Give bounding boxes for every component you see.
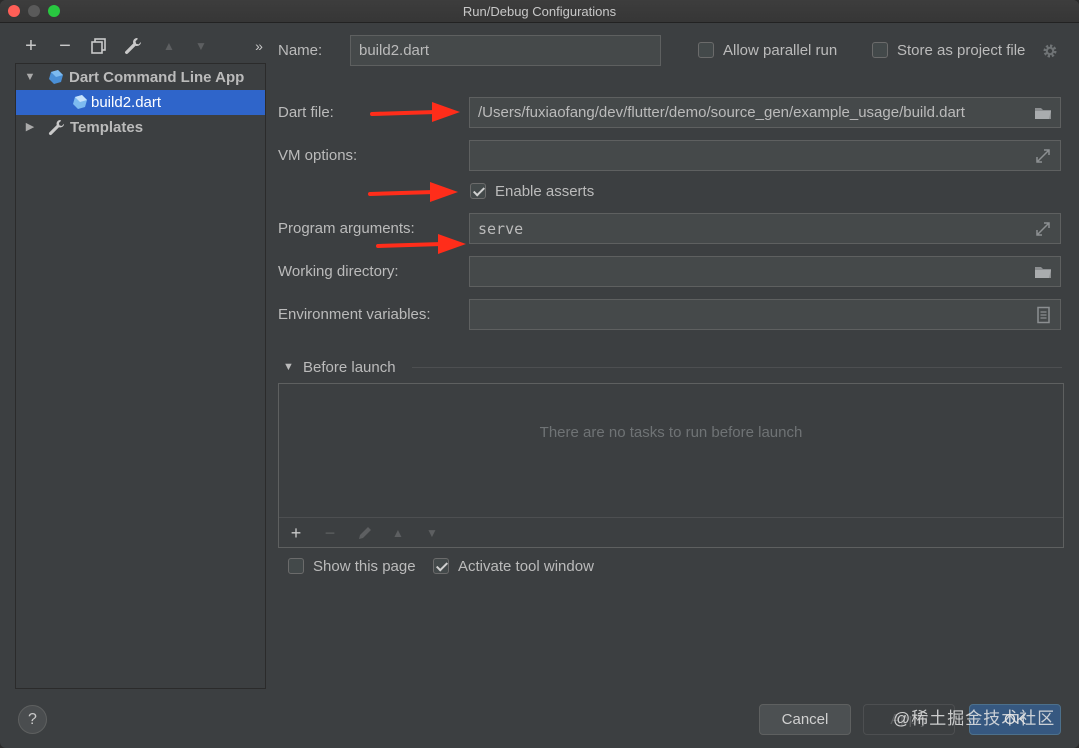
title-bar: Run/Debug Configurations: [0, 0, 1079, 23]
enable-asserts-label: Enable asserts: [495, 183, 595, 200]
dart-file-value: /Users/fuxiaofang/dev/flutter/demo/sourc…: [478, 104, 965, 121]
copy-config-button[interactable]: [88, 34, 110, 58]
run-debug-dialog: Run/Debug Configurations + − ▲ ▼ » ▼ Dar…: [0, 0, 1079, 748]
annotation-arrow-icon: [376, 234, 466, 254]
cancel-button[interactable]: Cancel: [759, 704, 851, 735]
working-dir-field[interactable]: [469, 256, 1061, 287]
dart-icon: [73, 95, 87, 109]
name-field-value: build2.dart: [359, 42, 430, 59]
add-task-button[interactable]: +: [285, 522, 307, 544]
window-title: Run/Debug Configurations: [462, 4, 617, 19]
working-dir-label: Working directory:: [278, 263, 399, 280]
folder-icon[interactable]: [1034, 263, 1052, 281]
copy-icon: [91, 38, 106, 54]
tree-item-label: build2.dart: [91, 94, 162, 111]
edit-task-button[interactable]: [354, 522, 376, 544]
document-icon[interactable]: [1034, 306, 1052, 324]
env-vars-label: Environment variables:: [278, 306, 431, 323]
folder-icon[interactable]: [1034, 104, 1052, 122]
annotation-arrow-icon: [368, 182, 458, 202]
config-toolbar: + − ▲ ▼ »: [14, 34, 266, 60]
section-divider: [412, 367, 1062, 368]
vm-options-field[interactable]: [469, 140, 1061, 171]
enable-asserts-checkbox[interactable]: [470, 183, 486, 199]
program-args-field[interactable]: serve: [469, 213, 1061, 244]
wrench-icon: [125, 38, 141, 54]
move-up-icon[interactable]: ▲: [158, 34, 180, 58]
config-tree: ▼ Dart Command Line App build2.dart ▶ Te…: [15, 63, 266, 689]
activate-tool-label: Activate tool window: [458, 558, 594, 575]
edit-templates-button[interactable]: [122, 34, 144, 58]
dart-icon: [49, 70, 63, 84]
tree-group-label: Dart Command Line App: [69, 69, 245, 86]
gear-icon[interactable]: [1042, 43, 1058, 59]
remove-task-button[interactable]: −: [319, 522, 341, 544]
store-project-checkbox[interactable]: [872, 42, 888, 58]
before-launch-title[interactable]: Before launch: [303, 359, 396, 376]
chevron-right-icon[interactable]: ▶: [24, 115, 36, 140]
vm-options-label: VM options:: [278, 147, 358, 164]
before-launch-list: There are no tasks to run before launch …: [278, 383, 1064, 548]
chevron-down-icon[interactable]: ▼: [24, 65, 36, 90]
show-page-label: Show this page: [313, 558, 416, 575]
store-project-label: Store as project file: [897, 42, 1026, 59]
program-args-value: serve: [478, 220, 524, 238]
more-actions-button[interactable]: »: [248, 34, 270, 58]
add-config-button[interactable]: +: [20, 34, 42, 58]
annotation-arrow-icon: [370, 102, 460, 122]
before-launch-toolbar: + − ▲ ▼: [279, 517, 1063, 547]
move-down-icon[interactable]: ▼: [190, 34, 212, 58]
tree-templates-label: Templates: [70, 119, 144, 136]
watermark: @稀土掘金技术社区: [893, 709, 1056, 728]
tree-group-templates[interactable]: ▶ Templates: [16, 115, 265, 140]
show-page-checkbox[interactable]: [288, 558, 304, 574]
before-launch-empty-text: There are no tasks to run before launch: [539, 424, 803, 441]
remove-config-button[interactable]: −: [54, 34, 76, 58]
help-button[interactable]: ?: [18, 705, 47, 734]
move-up-icon[interactable]: ▲: [387, 522, 409, 544]
allow-parallel-label: Allow parallel run: [723, 42, 838, 59]
expand-icon[interactable]: [1034, 147, 1052, 165]
expand-icon[interactable]: [1034, 220, 1052, 238]
name-label: Name:: [278, 42, 323, 59]
name-field[interactable]: build2.dart: [350, 35, 661, 66]
tree-group-dart-command-line-app[interactable]: ▼ Dart Command Line App: [16, 65, 265, 90]
pencil-icon: [359, 527, 371, 539]
move-down-icon[interactable]: ▼: [421, 522, 443, 544]
dart-file-label: Dart file:: [278, 104, 334, 121]
activate-tool-checkbox[interactable]: [433, 558, 449, 574]
dart-file-field[interactable]: /Users/fuxiaofang/dev/flutter/demo/sourc…: [469, 97, 1061, 128]
env-vars-field[interactable]: [469, 299, 1061, 330]
tree-item-build2-dart[interactable]: build2.dart: [16, 90, 265, 115]
allow-parallel-checkbox[interactable]: [698, 42, 714, 58]
wrench-icon: [48, 119, 65, 136]
chevron-down-icon[interactable]: ▼: [283, 361, 294, 373]
